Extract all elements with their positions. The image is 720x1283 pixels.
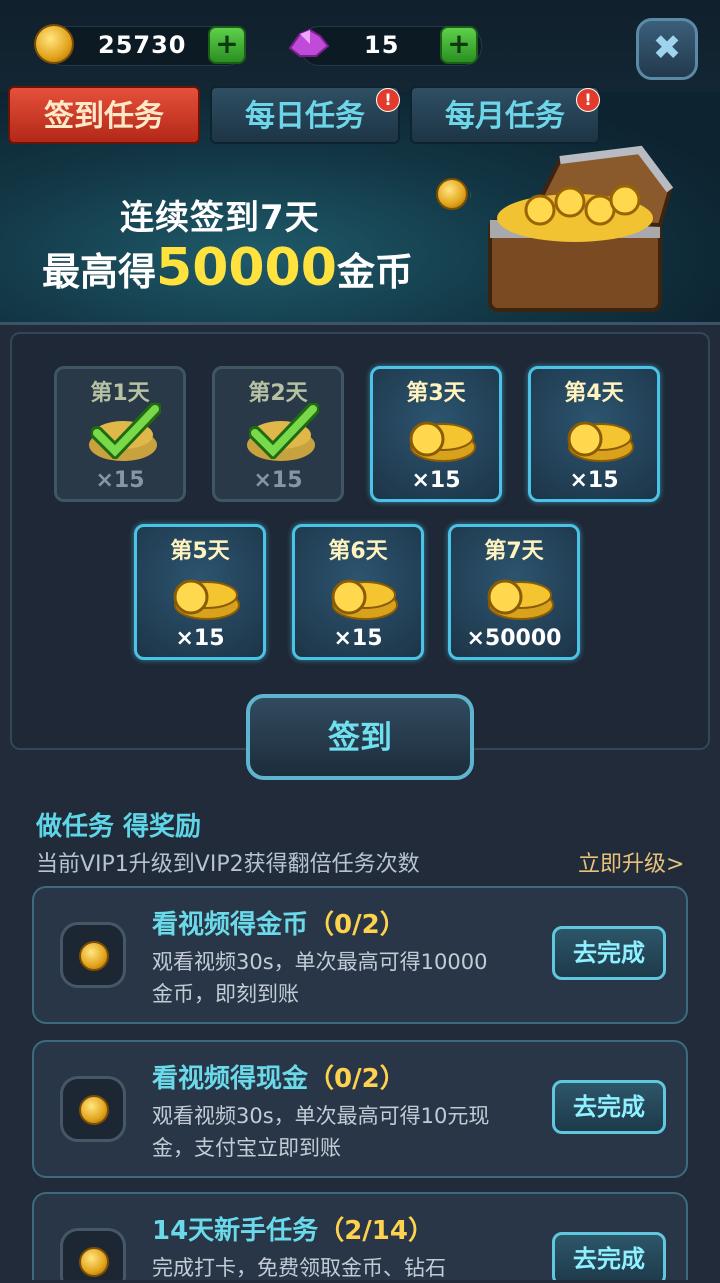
checkmark-icon — [91, 403, 161, 459]
tasks-section-title: 做任务 得奖励 — [36, 812, 202, 842]
add-gems-button[interactable]: + — [440, 26, 478, 64]
day-cell-7[interactable]: 第7天 ×50000 — [448, 524, 580, 660]
go-complete-button[interactable]: 去完成 — [552, 1080, 666, 1134]
coin-stack-icon — [331, 579, 398, 620]
task-description: 观看视频30s，单次最高可得10000金币，即刻到账 — [152, 950, 488, 1006]
sign-in-button[interactable]: 签到 — [246, 694, 474, 780]
day-label: 第5天 — [170, 539, 230, 564]
floating-coin-icon — [436, 178, 468, 210]
task-description: 观看视频30s，单次最高可得10元现金，支付宝立即到账 — [152, 1104, 490, 1160]
add-coins-button[interactable]: + — [208, 26, 246, 64]
day-reward: ×15 — [569, 468, 619, 493]
day-cell-4[interactable]: 第4天 ×15 — [528, 366, 660, 502]
checkmark-icon — [249, 403, 319, 459]
day-cell-2: 第2天 ×15 — [212, 366, 344, 502]
day-cell-6[interactable]: 第6天 ×15 — [292, 524, 424, 660]
day-reward: ×15 — [95, 468, 145, 493]
coin-icon — [34, 24, 74, 64]
go-complete-button[interactable]: 去完成 — [552, 926, 666, 980]
task-coin-icon — [60, 1228, 126, 1280]
task-card-video-coins: 看视频得金币（0/2） 观看视频30s，单次最高可得10000金币，即刻到账 去… — [32, 886, 688, 1024]
monthly-alert-badge: ! — [576, 88, 600, 112]
tab-signin[interactable]: 签到任务 — [8, 86, 200, 144]
vip-upgrade-text: 当前VIP1升级到VIP2获得翻倍任务次数 — [36, 852, 420, 877]
upgrade-now-link[interactable]: 立即升级> — [578, 846, 684, 878]
task-progress: （0/2） — [308, 910, 406, 940]
task-coin-icon — [60, 922, 126, 988]
daily-alert-badge: ! — [376, 88, 400, 112]
day-label: 第7天 — [484, 539, 544, 564]
gem-balance: 15 — [364, 31, 400, 59]
task-progress: （2/14） — [318, 1216, 434, 1246]
banner-prefix: 最高得 — [42, 250, 157, 294]
banner-line-1: 连续签到7天 — [120, 198, 320, 238]
task-title: 14天新手任务（2/14） — [152, 1216, 434, 1246]
day-reward: ×15 — [411, 468, 461, 493]
coin-stack-icon — [487, 579, 554, 620]
coin-balance: 25730 — [98, 31, 187, 59]
treasure-chest-icon — [470, 145, 674, 312]
go-complete-button[interactable]: 去完成 — [552, 1232, 666, 1280]
coin-stack-icon — [409, 421, 476, 462]
task-card-newbie: 14天新手任务（2/14） 完成打卡，免费领取金币、钻石 去完成 — [32, 1192, 688, 1280]
task-card-video-cash: 看视频得现金（0/2） 观看视频30s，单次最高可得10元现金，支付宝立即到账 … — [32, 1040, 688, 1178]
banner-line-2: 最高得50000金币 — [42, 238, 413, 298]
day-reward: ×50000 — [466, 626, 562, 651]
gem-icon — [288, 28, 330, 57]
close-button[interactable]: ✖ — [636, 18, 698, 80]
tab-daily[interactable]: 每日任务 — [210, 86, 400, 144]
day-cell-1: 第1天 ×15 — [54, 366, 186, 502]
day-reward: ×15 — [175, 626, 225, 651]
day-label: 第6天 — [328, 539, 388, 564]
task-title: 看视频得现金（0/2） — [152, 1064, 406, 1094]
day-label: 第3天 — [406, 381, 466, 406]
banner-amount: 50000 — [156, 238, 337, 298]
day-cell-3[interactable]: 第3天 ×15 — [370, 366, 502, 502]
day-reward: ×15 — [253, 468, 303, 493]
day-label: 第4天 — [564, 381, 624, 406]
task-title: 看视频得金币（0/2） — [152, 910, 406, 940]
task-coin-icon — [60, 1076, 126, 1142]
coin-stack-icon — [173, 579, 240, 620]
task-progress: （0/2） — [308, 1064, 406, 1094]
day-cell-5[interactable]: 第5天 ×15 — [134, 524, 266, 660]
banner-suffix: 金币 — [336, 250, 413, 294]
day-reward: ×15 — [333, 626, 383, 651]
task-description: 完成打卡，免费领取金币、钻石 — [152, 1256, 446, 1280]
coin-stack-icon — [567, 421, 634, 462]
